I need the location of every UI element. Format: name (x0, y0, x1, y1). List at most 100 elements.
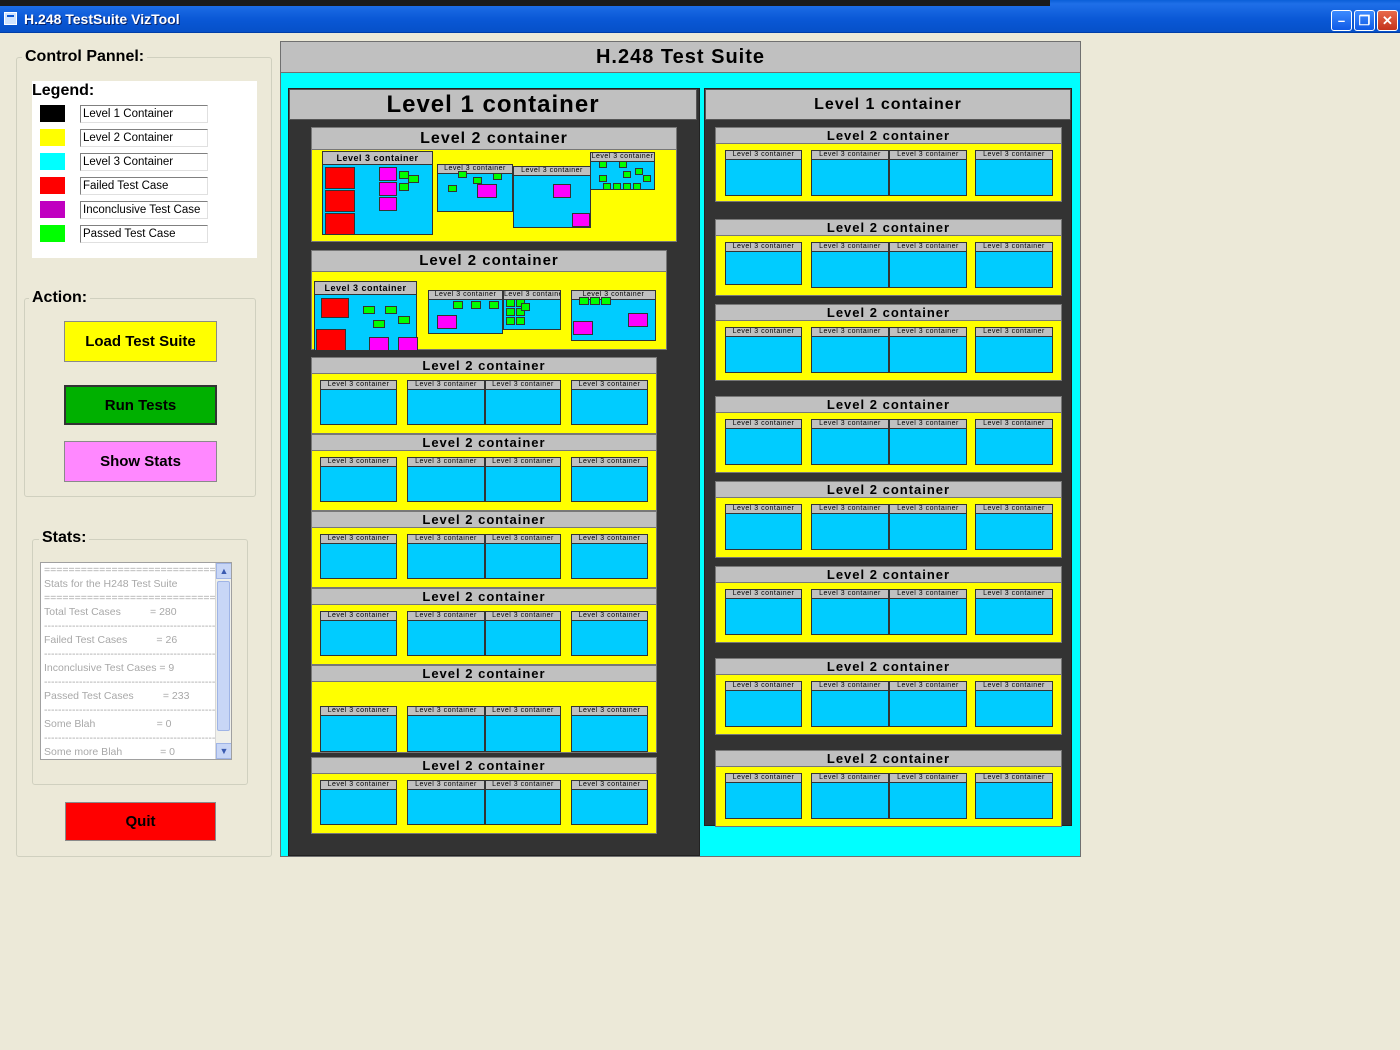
passed-test-case (506, 317, 515, 325)
level3-container: Level 3 container (889, 419, 967, 465)
level3-header: Level 3 container (976, 774, 1052, 783)
level3-container: Level 3 container (725, 681, 802, 727)
inconclusive-test-case (628, 313, 648, 327)
action-title: Action: (29, 289, 91, 307)
level2-container: Level 2 container Level 3 container Level … (311, 665, 657, 753)
quit-button[interactable]: Quit (65, 802, 216, 841)
level3-container: Level 3 container (590, 152, 655, 190)
level2-header: Level 2 container (716, 482, 1061, 498)
passed-test-case (458, 171, 467, 178)
stats-line: ----------------------------------------… (44, 648, 231, 660)
passed-test-case (643, 175, 651, 182)
level3-container: Level 3 container (811, 327, 889, 373)
level3-container: Level 3 container (889, 504, 967, 550)
close-button[interactable]: ✕ (1377, 10, 1398, 31)
level2-header: Level 2 container (312, 666, 656, 682)
level3-header: Level 3 container (812, 774, 888, 783)
level3-header: Level 3 container (890, 328, 966, 337)
failed-test-case (325, 167, 355, 189)
level2-container: Level 2 container Level 3 container Level … (715, 658, 1062, 735)
legend-label: Level 3 Container (80, 153, 208, 171)
level1-header: Level 1 container (705, 89, 1071, 120)
level3-container: Level 3 container (407, 706, 485, 752)
stats-line: ========================================… (44, 592, 232, 604)
level2-header: Level 2 container (312, 512, 656, 528)
level3-container: Level 3 container (513, 166, 591, 228)
level2-container: Level 2 container Level 3 container Level … (311, 434, 657, 511)
level3-header: Level 3 container (486, 707, 560, 716)
passed-test-case (453, 301, 463, 309)
run-tests-button[interactable]: Run Tests (64, 385, 217, 425)
level3-header: Level 3 container (321, 707, 396, 716)
level2-container: Level 2 container Level 3 container Level … (715, 750, 1062, 827)
level1-container: Level 1 container Level 2 container Level … (704, 88, 1072, 827)
level2-container: Level 2 container Level 3 container Level … (715, 304, 1062, 381)
level3-container: Level 3 container (485, 457, 561, 502)
level3-header: Level 3 container (812, 151, 888, 160)
level3-header: Level 3 container (572, 535, 647, 544)
level2-header: Level 2 container (716, 659, 1061, 675)
level2-container: Level 2 container Level 3 container Level … (311, 127, 677, 242)
passed-test-case (635, 168, 643, 175)
level3-header: Level 3 container (572, 781, 647, 790)
passed-test-case (516, 317, 525, 325)
level3-header: Level 3 container (486, 612, 560, 621)
legend-item: Level 1 Container (40, 105, 210, 123)
scroll-thumb[interactable] (217, 581, 230, 731)
level3-container: Level 3 container (320, 534, 397, 579)
scroll-down-icon[interactable]: ▼ (216, 743, 231, 759)
passed-test-case (623, 171, 631, 178)
legend-swatch (40, 201, 65, 218)
level1-header: Level 1 container (289, 89, 697, 120)
level3-header: Level 3 container (514, 167, 590, 176)
legend-item: Level 3 Container (40, 153, 210, 171)
passed-test-case (613, 183, 621, 190)
passed-test-case (619, 161, 627, 168)
level3-header: Level 3 container (726, 328, 801, 337)
level3-container: Level 3 container (320, 611, 397, 656)
passed-test-case (599, 161, 607, 168)
level3-container: Level 3 container (975, 681, 1053, 727)
level3-header: Level 3 container (890, 243, 966, 252)
level3-container: Level 3 container (811, 589, 889, 635)
level3-header: Level 3 container (726, 505, 801, 514)
level3-container: Level 3 container (725, 419, 802, 465)
level3-header: Level 3 container (812, 328, 888, 337)
passed-test-case (399, 183, 409, 191)
stats-list[interactable]: ========================================… (40, 562, 232, 760)
level3-header: Level 3 container (321, 458, 396, 467)
level3-container: Level 3 container (725, 150, 802, 196)
minimize-button[interactable]: – (1331, 10, 1352, 31)
level3-container: Level 3 container (725, 504, 802, 550)
level3-header: Level 3 container (812, 243, 888, 252)
restore-button[interactable]: ❐ (1354, 10, 1375, 31)
stats-scrollbar[interactable]: ▲ ▼ (215, 563, 231, 759)
app-icon (4, 12, 17, 25)
stats-line: ----------------------------------------… (44, 704, 231, 716)
load-test-suite-button[interactable]: Load Test Suite (64, 321, 217, 362)
stats-line: Some Blah = 0 (44, 718, 172, 730)
level3-header: Level 3 container (890, 505, 966, 514)
level3-header: Level 3 container (726, 774, 801, 783)
failed-test-case (325, 190, 355, 212)
level3-container: Level 3 container (314, 281, 418, 351)
level3-container: Level 3 container (975, 327, 1053, 373)
level2-header: Level 2 container (716, 128, 1061, 144)
taskbar-strip (0, 0, 1050, 6)
stats-title: Stats: (39, 529, 90, 547)
level3-container: Level 3 container (725, 589, 802, 635)
level2-header: Level 2 container (716, 567, 1061, 583)
level3-header: Level 3 container (572, 707, 647, 716)
control-panel-title: Control Pannel: (22, 48, 148, 66)
level3-header: Level 3 container (408, 612, 484, 621)
level3-header: Level 3 container (572, 458, 647, 467)
level3-header: Level 3 container (812, 682, 888, 691)
level3-header: Level 3 container (315, 282, 416, 295)
show-stats-button[interactable]: Show Stats (64, 441, 217, 482)
level3-container: Level 3 container (975, 419, 1053, 465)
inconclusive-test-case (379, 182, 397, 196)
passed-test-case (363, 306, 375, 314)
scroll-up-icon[interactable]: ▲ (216, 563, 231, 579)
level3-header: Level 3 container (890, 420, 966, 429)
level3-container: Level 3 container (322, 151, 433, 235)
